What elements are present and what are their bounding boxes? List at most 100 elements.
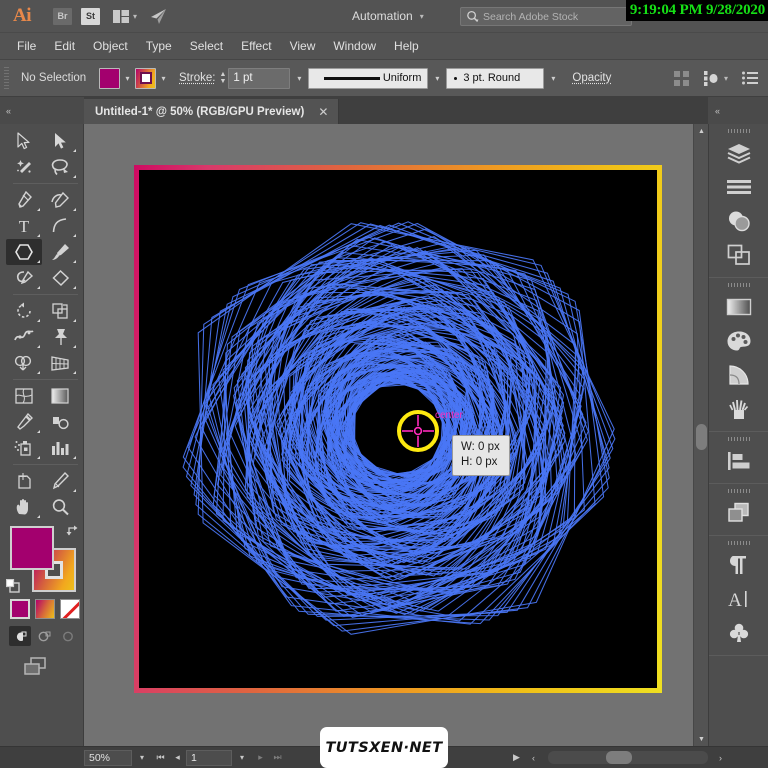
scroll-right-icon[interactable]: › <box>712 753 729 763</box>
symbol-sprayer-tool[interactable] <box>6 435 42 461</box>
eyedropper-tool[interactable] <box>6 409 42 435</box>
artboard-tool[interactable] <box>6 468 42 494</box>
search-input[interactable]: Search Adobe Stock <box>483 11 578 23</box>
artboard-chevron-down-icon[interactable]: ▾ <box>232 753 252 762</box>
fill-color-box[interactable] <box>10 526 54 570</box>
symbols-panel-button[interactable] <box>709 616 768 650</box>
bridge-button[interactable]: Br <box>53 8 72 25</box>
canvas-horizontal-scrollbar[interactable] <box>548 751 708 764</box>
menu-view[interactable]: View <box>281 36 325 56</box>
last-artboard-icon[interactable]: ⏭ <box>269 752 286 763</box>
shape-builder-tool[interactable] <box>6 350 42 376</box>
scroll-up-icon[interactable]: ▲ <box>694 124 708 138</box>
draw-normal-button[interactable] <box>9 626 31 646</box>
pen-tool[interactable] <box>6 187 42 213</box>
properties-panel-button[interactable] <box>709 170 768 204</box>
stroke-color-swatch[interactable] <box>135 68 156 89</box>
stroke-profile-select[interactable]: Uniform <box>308 68 428 89</box>
gradient-tool[interactable] <box>42 383 78 409</box>
scroll-down-icon[interactable]: ▼ <box>694 732 708 746</box>
type-tool[interactable]: T <box>6 213 42 239</box>
menu-object[interactable]: Object <box>84 36 137 56</box>
hand-tool[interactable] <box>6 494 42 520</box>
scale-tool[interactable] <box>42 298 78 324</box>
stroke-weight-chevron-down-icon[interactable]: ▾ <box>290 68 308 89</box>
width-tool[interactable] <box>6 324 42 350</box>
line-segment-tool[interactable] <box>42 213 78 239</box>
paragraph-panel-button[interactable] <box>709 548 768 582</box>
column-graph-tool[interactable] <box>42 435 78 461</box>
control-bar-grip[interactable] <box>4 67 9 89</box>
opacity-label[interactable]: Opacity <box>572 72 611 84</box>
color-mode-button[interactable] <box>10 599 30 619</box>
magic-wand-tool[interactable] <box>6 154 42 180</box>
document-setup-icon[interactable] <box>742 71 758 85</box>
draw-inside-button[interactable] <box>57 626 79 646</box>
panel-group-grip[interactable] <box>728 541 750 545</box>
stroke-swatch-chevron-down-icon[interactable]: ▾ <box>156 74 171 83</box>
panel-group-grip[interactable] <box>728 489 750 493</box>
shaper-tool[interactable] <box>6 265 42 291</box>
none-mode-button[interactable] <box>60 599 80 619</box>
menu-effect[interactable]: Effect <box>232 36 280 56</box>
zoom-level-input[interactable]: 50% <box>84 750 132 766</box>
canvas-area[interactable]: center W: 0 px H: 0 px ▲ ▼ <box>84 124 708 746</box>
curvature-tool[interactable] <box>42 187 78 213</box>
direct-selection-tool[interactable] <box>42 128 78 154</box>
artboard-number-input[interactable]: 1 <box>186 750 232 766</box>
draw-behind-button[interactable] <box>33 626 55 646</box>
artboard[interactable]: center W: 0 px H: 0 px <box>134 165 662 693</box>
panel-group-grip[interactable] <box>728 283 750 287</box>
panel-group-grip[interactable] <box>728 437 750 441</box>
document-tab[interactable]: Untitled-1* @ 50% (RGB/GPU Preview) ✕ <box>84 99 339 124</box>
transparency-panel-button[interactable] <box>709 204 768 238</box>
share-button[interactable] <box>149 8 168 25</box>
stock-button[interactable]: St <box>81 8 100 25</box>
layers-panel-button[interactable] <box>709 136 768 170</box>
align-panel-button[interactable] <box>709 444 768 478</box>
canvas-vertical-scrollbar[interactable]: ▲ ▼ <box>693 124 708 746</box>
color-guide-panel-button[interactable] <box>709 358 768 392</box>
distribute-button[interactable]: ▾ <box>704 71 728 86</box>
brush-definition-select[interactable]: 3 pt. Round <box>446 68 544 89</box>
menu-select[interactable]: Select <box>181 36 232 56</box>
menu-help[interactable]: Help <box>385 36 428 56</box>
color-panel-button[interactable] <box>709 324 768 358</box>
slice-tool[interactable] <box>42 468 78 494</box>
mesh-tool[interactable] <box>6 383 42 409</box>
first-artboard-icon[interactable]: ⏮ <box>152 752 169 763</box>
vertical-scroll-thumb[interactable] <box>696 424 707 450</box>
close-icon[interactable]: ✕ <box>318 105 328 119</box>
stroke-profile-chevron-down-icon[interactable]: ▾ <box>428 68 446 89</box>
right-panel-collapse[interactable]: « <box>708 97 768 124</box>
previous-artboard-icon[interactable]: ◂ <box>169 752 186 763</box>
arrange-documents-button[interactable]: ▾ <box>113 10 137 23</box>
play-icon[interactable]: ▶ <box>508 752 525 763</box>
left-panel-collapse[interactable]: « <box>0 97 84 124</box>
horizontal-scroll-thumb[interactable] <box>606 751 632 764</box>
align-icon[interactable] <box>674 71 690 86</box>
menu-window[interactable]: Window <box>324 36 385 56</box>
zoom-chevron-down-icon[interactable]: ▾ <box>132 753 152 762</box>
fill-color-swatch[interactable] <box>99 68 120 89</box>
lasso-tool[interactable] <box>42 154 78 180</box>
perspective-grid-tool[interactable] <box>42 350 78 376</box>
brush-definition-chevron-down-icon[interactable]: ▾ <box>544 68 562 89</box>
gradient-mode-button[interactable] <box>35 599 55 619</box>
gradient-panel-button[interactable] <box>709 290 768 324</box>
stroke-weight-input[interactable]: 1 pt <box>228 68 290 89</box>
stroke-weight-stepper[interactable]: ▲ ▼ <box>219 71 226 85</box>
rotate-tool[interactable] <box>6 298 42 324</box>
selection-tool[interactable] <box>6 128 42 154</box>
zoom-tool[interactable] <box>42 494 78 520</box>
shape-tool[interactable] <box>6 239 42 265</box>
menu-file[interactable]: File <box>8 36 45 56</box>
fill-swatch-chevron-down-icon[interactable]: ▾ <box>120 74 135 83</box>
swap-fill-stroke-icon[interactable] <box>65 524 80 537</box>
workspace-switcher[interactable]: Automation ▾ <box>352 9 424 23</box>
default-fill-stroke-icon[interactable] <box>6 579 21 594</box>
eraser-tool[interactable] <box>42 265 78 291</box>
menu-type[interactable]: Type <box>137 36 181 56</box>
scroll-left-icon[interactable]: ‹ <box>525 753 542 763</box>
free-transform-tool[interactable] <box>42 324 78 350</box>
